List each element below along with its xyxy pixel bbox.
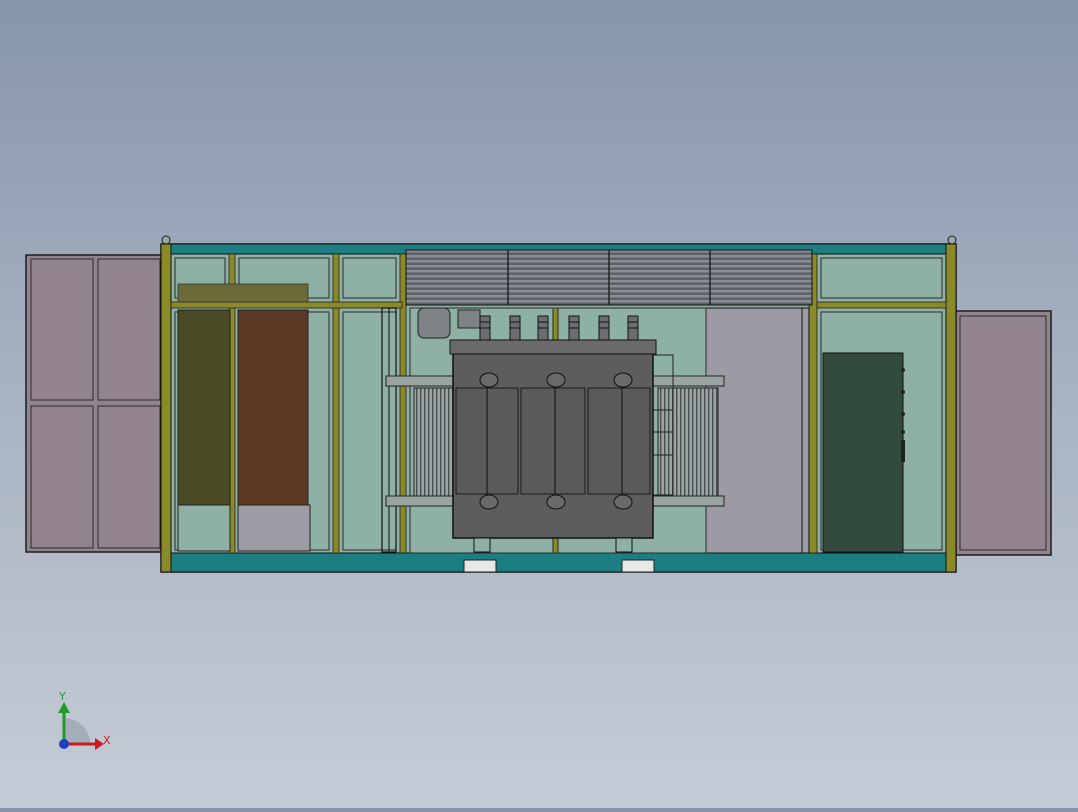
y-axis-arrowhead (58, 702, 70, 713)
z-axis-dot (59, 739, 69, 749)
cad-viewport[interactable]: Y X (0, 0, 1078, 808)
control-cabinet (822, 352, 905, 553)
coordinate-triad[interactable]: Y X (58, 690, 111, 750)
right-door (954, 310, 1052, 556)
y-axis-label: Y (58, 690, 66, 703)
x-axis-label: X (103, 734, 111, 747)
cad-drawing: Y X (25, 235, 1052, 750)
triad-quadrant (64, 718, 90, 744)
ventilation-louvers (405, 249, 813, 306)
left-door (25, 254, 164, 553)
